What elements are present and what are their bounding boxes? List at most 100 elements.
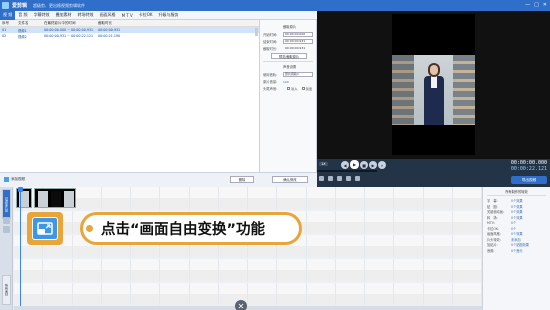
tab-added-clips[interactable]: 已添加片段 — [2, 189, 11, 219]
tab-audio[interactable]: 音 频 — [15, 11, 30, 20]
track-cell[interactable] — [277, 259, 307, 281]
snapshot-icon[interactable] — [346, 176, 351, 181]
tab-video[interactable]: 视 频 — [0, 10, 16, 20]
track-cell[interactable] — [306, 283, 336, 305]
track-cell[interactable] — [306, 259, 336, 281]
track-cell[interactable] — [423, 283, 453, 305]
close-icon[interactable]: ✕ — [235, 300, 247, 310]
table-row[interactable]: 02 视频2 00:00:00.931 ~ 00:00:22.121 00:00… — [0, 33, 259, 39]
track-cell[interactable] — [72, 259, 102, 281]
fast-forward-icon[interactable]: » — [378, 161, 386, 169]
stop-icon[interactable]: ■ — [360, 161, 368, 169]
end-time-field[interactable]: 00:00:00.931 — [283, 39, 313, 44]
timeline-playhead[interactable] — [18, 187, 23, 310]
tab-overlay[interactable]: 叠加素材 — [53, 11, 75, 20]
track-cell[interactable] — [452, 283, 482, 305]
track-cell[interactable] — [189, 187, 219, 209]
timeline-scrollbar[interactable] — [14, 306, 482, 310]
tab-transitions[interactable]: 转场特效 — [75, 11, 97, 20]
track-cell[interactable] — [160, 283, 190, 305]
save-icon[interactable] — [337, 176, 342, 181]
start-time-field[interactable]: 00:00:00.000 — [283, 32, 313, 37]
tab-picture-style[interactable]: 画面风格 — [97, 11, 119, 20]
track-cell[interactable] — [423, 211, 453, 233]
play-icon[interactable]: ▶ — [350, 160, 359, 169]
track-cell[interactable] — [14, 283, 44, 305]
track-cell[interactable] — [335, 211, 365, 233]
prev-frame-icon[interactable]: ◀ — [341, 161, 349, 169]
track-cell[interactable] — [423, 259, 453, 281]
tab-mtv[interactable]: M T V — [119, 11, 136, 20]
tab-subtitle-effects[interactable]: 字幕特效 — [31, 11, 53, 20]
tab-upgrade[interactable]: 升级与服务 — [156, 11, 182, 20]
export-video-button[interactable]: 导出视频 — [511, 176, 547, 184]
zoom-icon[interactable] — [3, 217, 10, 224]
track-cell[interactable] — [394, 211, 424, 233]
free-transform-button[interactable] — [27, 212, 63, 245]
fade-in-checkbox[interactable] — [287, 87, 290, 90]
track-cell[interactable] — [452, 211, 482, 233]
track-cell[interactable] — [72, 283, 102, 305]
track-5[interactable] — [14, 283, 482, 305]
track-cell[interactable] — [452, 235, 482, 257]
share-icon[interactable] — [355, 176, 360, 181]
track-cell[interactable] — [394, 187, 424, 209]
track-cell[interactable] — [365, 259, 395, 281]
track-cell[interactable] — [335, 187, 365, 209]
track-4[interactable] — [14, 259, 482, 281]
track-cell[interactable] — [365, 283, 395, 305]
track-cell[interactable] — [335, 235, 365, 257]
track-cell[interactable] — [394, 235, 424, 257]
track-cell[interactable] — [101, 187, 131, 209]
track-cell[interactable] — [277, 283, 307, 305]
track-cell[interactable] — [306, 187, 336, 209]
track-cell[interactable] — [248, 283, 278, 305]
preview-clip-button[interactable]: 预览/截取原片 — [271, 53, 307, 59]
volume-value[interactable]: 100 — [283, 80, 289, 84]
tab-karaoke[interactable]: 卡拉OK — [136, 11, 156, 20]
layers-icon[interactable] — [3, 226, 10, 233]
track-cell[interactable] — [248, 187, 278, 209]
track-cell[interactable] — [335, 259, 365, 281]
track-cell[interactable] — [423, 235, 453, 257]
track-cell[interactable] — [218, 259, 248, 281]
track-cell[interactable] — [365, 187, 395, 209]
track-cell[interactable] — [306, 211, 336, 233]
track-cell[interactable] — [306, 235, 336, 257]
track-cell[interactable] — [365, 235, 395, 257]
maximize-button[interactable]: □ — [534, 2, 539, 8]
track-cell[interactable] — [394, 283, 424, 305]
track-cell[interactable] — [365, 211, 395, 233]
video-preview[interactable] — [317, 11, 550, 159]
track-cell[interactable] — [101, 259, 131, 281]
close-window-button[interactable]: ✕ — [543, 2, 547, 8]
track-cell[interactable] — [43, 283, 73, 305]
fade-out-checkbox[interactable] — [301, 87, 305, 90]
track-cell[interactable] — [189, 283, 219, 305]
track-cell[interactable] — [277, 187, 307, 209]
minimize-button[interactable]: — — [525, 2, 530, 8]
track-cell[interactable] — [452, 259, 482, 281]
track-cell[interactable] — [131, 187, 161, 209]
track-cell[interactable] — [335, 283, 365, 305]
track-cell[interactable] — [248, 259, 278, 281]
next-frame-icon[interactable]: ▶ — [369, 161, 377, 169]
tab-all-materials[interactable]: 所有素材 — [2, 275, 11, 305]
track-cell[interactable] — [160, 259, 190, 281]
add-video-button[interactable]: 添加视频 — [4, 177, 25, 182]
track-cell[interactable] — [131, 283, 161, 305]
playback-progress[interactable] — [317, 170, 377, 172]
track-cell[interactable] — [131, 259, 161, 281]
track-cell[interactable] — [14, 259, 44, 281]
track-cell[interactable] — [218, 187, 248, 209]
timeline-tracks[interactable] — [14, 187, 482, 310]
clip-2[interactable] — [34, 188, 76, 208]
confirm-changes-button[interactable]: 确认修改 — [272, 176, 308, 183]
list-scrollbar[interactable] — [255, 28, 258, 36]
track-cell[interactable] — [160, 187, 190, 209]
track-cell[interactable] — [189, 259, 219, 281]
folder-icon[interactable] — [328, 176, 333, 181]
track-cell[interactable] — [452, 187, 482, 209]
track-cell[interactable] — [101, 283, 131, 305]
track-cell[interactable] — [423, 187, 453, 209]
